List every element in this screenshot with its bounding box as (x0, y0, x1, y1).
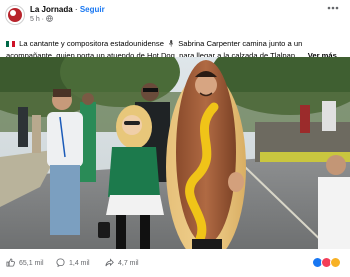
comment-icon (56, 258, 65, 267)
follow-button[interactable]: Seguir (80, 5, 105, 14)
likes-count: 65,1 mil (19, 260, 44, 267)
shares-count: 4,7 mil (118, 260, 139, 267)
separator: · (74, 5, 78, 14)
ellipsis-icon[interactable] (326, 4, 340, 14)
mexico-flag-icon (6, 41, 15, 47)
page-avatar[interactable] (5, 5, 25, 25)
caption-text: La cantante y compositora estadounidense (19, 39, 164, 48)
comments-count: 1,4 mil (69, 260, 90, 267)
globe-icon (46, 15, 53, 22)
likes-stat[interactable]: 65,1 mil (6, 258, 44, 267)
haha-reaction-icon (330, 257, 341, 268)
page-name-line: La Jornada · Seguir (30, 5, 105, 14)
post-header: La Jornada · Seguir 5 h · (0, 0, 350, 30)
photo-image (0, 57, 350, 249)
thumbs-up-icon (6, 258, 15, 267)
comments-stat[interactable]: 1,4 mil (56, 258, 90, 267)
post-timestamp: 5 h · (30, 15, 53, 23)
page-name[interactable]: La Jornada (30, 5, 73, 14)
timestamp-text[interactable]: 5 h · (30, 16, 44, 23)
post-footer: 65,1 mil 1,4 mil 4,7 mil (0, 252, 350, 277)
shares-stat[interactable]: 4,7 mil (105, 258, 139, 267)
post-photo[interactable] (0, 57, 350, 249)
share-icon (105, 258, 114, 267)
microphone-icon (169, 40, 174, 47)
reactions-summary[interactable] (312, 257, 344, 269)
